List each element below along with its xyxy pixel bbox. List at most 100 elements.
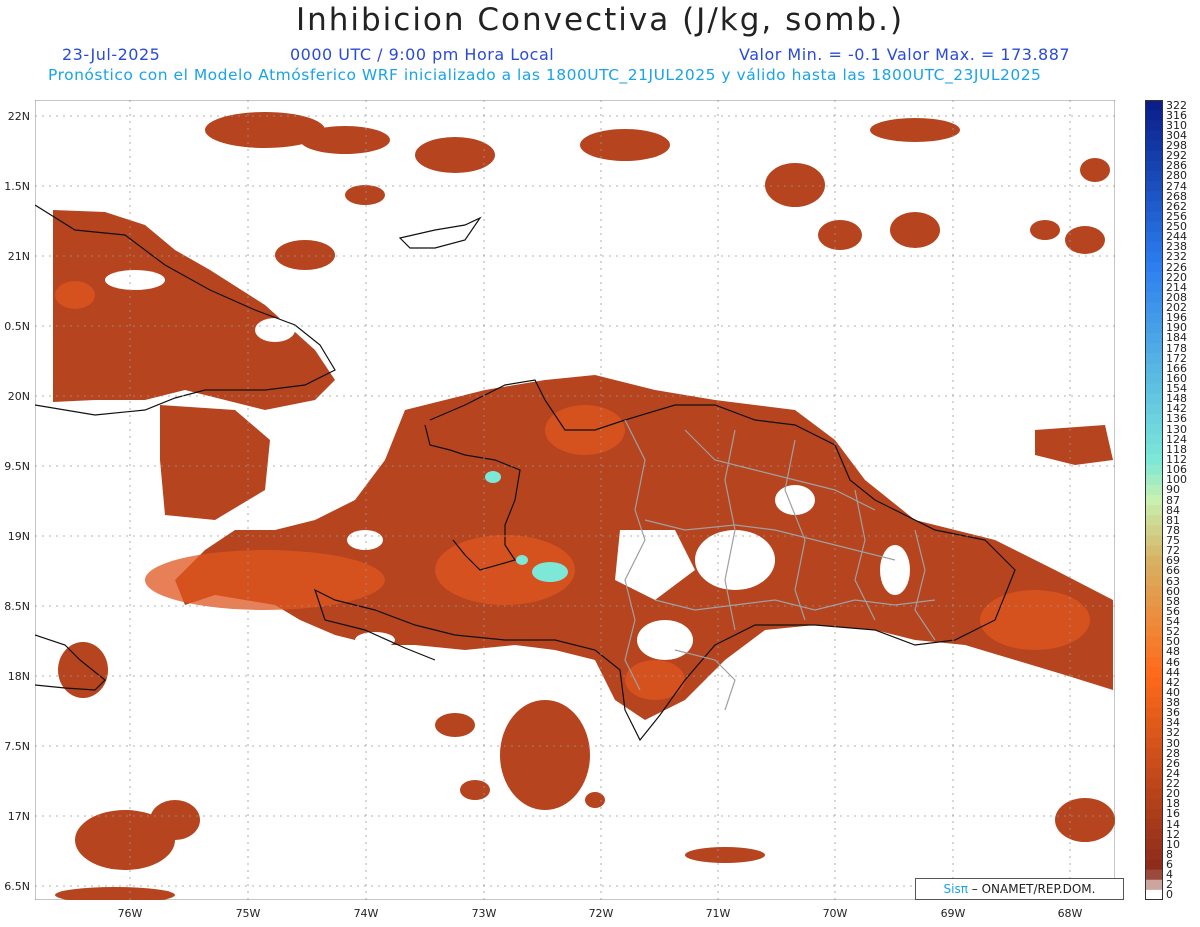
color-scale-swatch — [1145, 869, 1163, 881]
color-scale-swatch — [1145, 707, 1163, 719]
color-scale-swatch — [1145, 464, 1163, 476]
color-scale-swatch — [1145, 788, 1163, 800]
color-scale-swatch — [1145, 484, 1163, 496]
color-scale-swatch — [1145, 191, 1163, 202]
color-scale-swatch — [1145, 575, 1163, 587]
color-scale-swatch — [1145, 717, 1163, 729]
color-scale-swatch — [1145, 829, 1163, 840]
color-scale-swatch — [1145, 201, 1163, 212]
color-scale-swatch — [1145, 748, 1163, 759]
color-scale-swatch — [1145, 656, 1163, 668]
map-panel — [35, 100, 1115, 900]
map-title: Inhibicion Convectiva (J/kg, somb.) — [295, 2, 905, 38]
forecast-time: 0000 UTC / 9:00 pm Hora Local — [290, 45, 555, 64]
color-scale-swatch — [1145, 515, 1163, 526]
forecast-date: 23-Jul-2025 — [62, 45, 161, 64]
color-scale-swatch — [1145, 373, 1163, 385]
color-scale-swatch — [1145, 292, 1163, 304]
credit-box: Sisπ – ONAMET/REP.DOM. — [915, 878, 1124, 900]
lat-label: 22N — [7, 110, 30, 123]
color-scale-swatch — [1145, 555, 1163, 567]
lon-label: 68W — [1057, 907, 1083, 920]
color-scale-swatch — [1145, 667, 1163, 678]
credit-text: – ONAMET/REP.DOM. — [967, 882, 1096, 896]
color-scale-swatch — [1145, 454, 1163, 466]
color-scale-swatch — [1145, 606, 1163, 617]
color-scale-swatch — [1145, 768, 1163, 779]
color-scale-swatch — [1145, 130, 1163, 142]
color-scale-swatch — [1145, 211, 1163, 223]
lat-label: 18N — [7, 670, 30, 683]
lon-label: 73W — [471, 907, 497, 920]
color-scale-swatch — [1145, 616, 1163, 628]
color-scale-label: 0 — [1166, 888, 1173, 902]
color-scale-swatch — [1145, 494, 1163, 506]
color-scale-swatch — [1145, 565, 1163, 577]
lon-label: 76W — [117, 907, 143, 920]
color-scale-swatch — [1145, 849, 1163, 860]
color-scale-swatch — [1145, 474, 1163, 486]
color-scale-swatch — [1145, 727, 1163, 739]
color-scale-swatch — [1145, 646, 1163, 658]
color-scale-swatch — [1145, 170, 1163, 182]
color-scale-swatch — [1145, 272, 1163, 283]
color-scale-swatch — [1145, 424, 1163, 435]
color-scale-swatch — [1145, 383, 1163, 395]
color-scale-swatch — [1145, 241, 1163, 253]
color-scale-swatch — [1145, 332, 1163, 344]
color-scale-swatch — [1145, 808, 1163, 820]
color-scale-swatch — [1145, 525, 1163, 536]
color-scale-swatch — [1145, 150, 1163, 162]
color-scale-swatch — [1145, 120, 1163, 131]
color-scale-swatch — [1145, 343, 1163, 354]
color-scale-swatch — [1145, 413, 1163, 425]
color-scale-swatch — [1145, 758, 1163, 769]
color-scale-swatch — [1145, 818, 1163, 830]
color-scale-swatch — [1145, 778, 1163, 790]
color-scale-swatch — [1145, 100, 1163, 111]
lat-label: 9.5N — [4, 460, 30, 473]
min-max-values: Valor Min. = -0.1 Valor Max. = 173.887 — [739, 45, 1071, 64]
color-scale-swatch — [1145, 393, 1163, 405]
color-scale-swatch — [1145, 434, 1163, 445]
color-scale-swatch — [1145, 697, 1163, 709]
color-scale-swatch — [1145, 160, 1163, 172]
color-scale-swatch — [1145, 282, 1163, 293]
lat-label: 21N — [7, 250, 30, 263]
color-scale-swatch — [1145, 140, 1163, 152]
color-scale-swatch — [1145, 859, 1163, 871]
color-scale-swatch — [1145, 889, 1163, 900]
color-scale-swatch — [1145, 302, 1163, 314]
lat-label: 6.5N — [4, 880, 30, 893]
color-scale-bar — [1145, 100, 1163, 900]
color-scale-swatch — [1145, 626, 1163, 638]
color-scale-swatch — [1145, 839, 1163, 850]
color-scale-swatch — [1145, 505, 1163, 516]
color-scale-swatch — [1145, 403, 1163, 415]
color-scale-swatch — [1145, 879, 1163, 891]
color-scale-swatch — [1145, 535, 1163, 547]
lat-label: 0.5N — [4, 320, 30, 333]
color-scale-swatch — [1145, 586, 1163, 597]
lat-label: 1.5N — [4, 180, 30, 193]
color-scale-swatch — [1145, 545, 1163, 557]
lon-label: 75W — [235, 907, 261, 920]
lon-label: 72W — [588, 907, 614, 920]
color-scale-swatch — [1145, 636, 1163, 648]
color-scale-swatch — [1145, 444, 1163, 455]
color-scale-swatch — [1145, 181, 1163, 192]
color-scale-swatch — [1145, 353, 1163, 364]
color-scale-swatch — [1145, 221, 1163, 233]
lat-label: 20N — [7, 390, 30, 403]
color-scale-swatch — [1145, 312, 1163, 324]
lat-label: 8.5N — [4, 600, 30, 613]
lat-label: 7.5N — [4, 740, 30, 753]
color-scale-swatch — [1145, 322, 1163, 334]
color-scale-swatch — [1145, 798, 1163, 810]
color-scale-swatch — [1145, 737, 1163, 749]
color-scale-swatch — [1145, 231, 1163, 243]
color-scale-swatch — [1145, 110, 1163, 121]
color-scale-swatch — [1145, 363, 1163, 374]
lon-label: 70W — [822, 907, 848, 920]
color-scale-swatch — [1145, 251, 1163, 263]
